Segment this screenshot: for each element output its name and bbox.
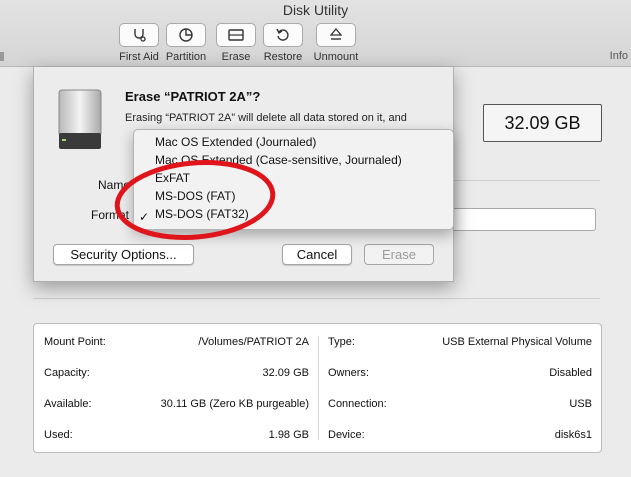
- sidebar-edge: [0, 52, 4, 61]
- info-key: Device:: [328, 429, 365, 441]
- info-value: disk6s1: [554, 429, 592, 441]
- format-field-edge: [452, 208, 596, 231]
- menu-item-exfat[interactable]: ExFAT: [155, 171, 190, 185]
- restore-label: Restore: [263, 51, 303, 63]
- checkmark-icon: ✓: [139, 210, 150, 224]
- format-menu: Mac OS Extended (Journaled) Mac OS Exten…: [133, 129, 454, 230]
- stethoscope-icon: [119, 23, 159, 47]
- dialog-title: Erase “PATRIOT 2A”?: [125, 89, 261, 104]
- info-button[interactable]: Info: [610, 50, 628, 62]
- eject-icon: [316, 23, 356, 47]
- info-key: Available:: [44, 398, 92, 410]
- menu-item-mac-os-extended-journaled[interactable]: Mac OS Extended (Journaled): [155, 135, 316, 149]
- info-key: Owners:: [328, 367, 369, 379]
- info-value: /Volumes/PATRIOT 2A: [198, 336, 309, 348]
- info-value: 1.98 GB: [268, 429, 309, 441]
- divider: [33, 298, 600, 299]
- info-value: Disabled: [549, 367, 592, 379]
- security-options-button[interactable]: Security Options...: [53, 244, 194, 265]
- dialog-message: Erasing “PATRIOT 2A” will delete all dat…: [125, 112, 407, 124]
- window-title: Disk Utility: [282, 2, 349, 18]
- info-value: 32.09 GB: [262, 367, 309, 379]
- cancel-button[interactable]: Cancel: [282, 244, 352, 265]
- format-label: Format: [91, 208, 130, 222]
- info-key: Mount Point:: [44, 336, 106, 348]
- name-label: Name: [98, 178, 131, 192]
- menu-item-mac-os-extended-case-sensitive[interactable]: Mac OS Extended (Case-sensitive, Journal…: [155, 153, 402, 167]
- restore-button[interactable]: Restore: [254, 23, 312, 63]
- menu-item-ms-dos-fat32[interactable]: MS-DOS (FAT32): [155, 207, 249, 221]
- unmount-label: Unmount: [313, 51, 359, 63]
- info-divider: [318, 336, 319, 440]
- restore-icon: [263, 23, 303, 47]
- toolbar: Disk Utility First Aid Partition Erase R…: [0, 0, 631, 67]
- info-key: Type:: [328, 336, 355, 348]
- info-value: USB: [569, 398, 592, 410]
- info-key: Used:: [44, 429, 73, 441]
- unmount-button[interactable]: Unmount: [307, 23, 365, 63]
- pie-chart-icon: [166, 23, 206, 47]
- erase-button[interactable]: Erase: [364, 244, 434, 265]
- info-value: USB External Physical Volume: [442, 336, 592, 348]
- eraser-icon: [216, 23, 256, 47]
- info-key: Connection:: [328, 398, 387, 410]
- menu-item-ms-dos-fat[interactable]: MS-DOS (FAT): [155, 189, 235, 203]
- capacity-display: 32.09 GB: [483, 104, 602, 142]
- info-key: Capacity:: [44, 367, 90, 379]
- info-table: Mount Point: /Volumes/PATRIOT 2A Capacit…: [33, 323, 602, 453]
- info-value: 30.11 GB (Zero KB purgeable): [160, 398, 309, 410]
- drive-icon: [57, 89, 103, 156]
